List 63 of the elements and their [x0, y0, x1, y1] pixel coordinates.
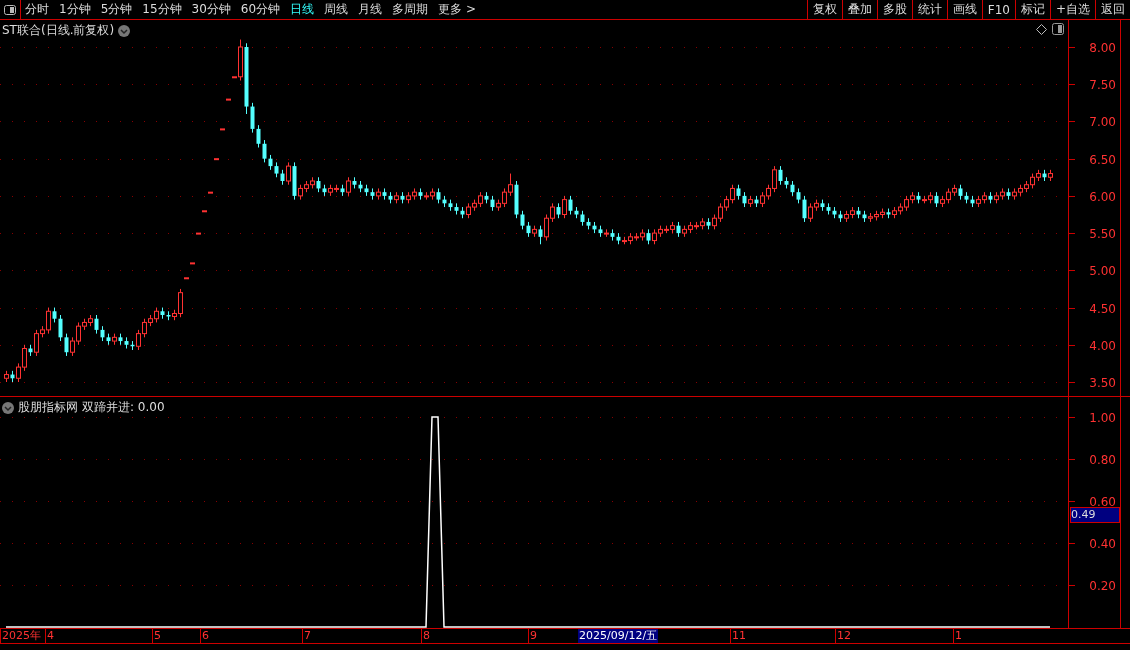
diamond-icon[interactable]	[1036, 24, 1047, 35]
candlestick	[196, 232, 201, 235]
period-tab[interactable]: 周线	[320, 0, 355, 19]
cursor-value: 0.49	[1070, 507, 1120, 523]
axis-label: 0.20	[1089, 578, 1116, 593]
axis-label: 4.00	[1089, 338, 1116, 353]
axis-label: 1	[953, 629, 962, 643]
candlestick	[208, 191, 213, 194]
period-tab[interactable]: 15分钟	[138, 0, 188, 19]
chevron-down-icon[interactable]	[118, 24, 131, 37]
panel-toggle-icon[interactable]	[1052, 23, 1064, 35]
period-tab[interactable]: 30分钟	[187, 0, 237, 19]
toolbar-button[interactable]: 标记	[1014, 0, 1050, 19]
panel-toggle-icon[interactable]	[4, 4, 16, 15]
axis-label: 12	[835, 629, 851, 643]
chevron-down-icon[interactable]	[2, 401, 14, 414]
indicator-source: 股朋指标网	[18, 399, 78, 416]
toolbar-button[interactable]: 叠加	[841, 0, 877, 19]
axis-label: 8.00	[1089, 40, 1116, 55]
candlestick	[202, 210, 207, 213]
candlestick	[226, 98, 231, 101]
period-tab[interactable]: 更多 >	[434, 0, 482, 19]
axis-label: 0.60	[1089, 494, 1116, 509]
toolbar-button[interactable]: 复权	[806, 0, 842, 19]
cursor-date: 2025/09/12/五	[578, 629, 659, 643]
axis-label: 4.50	[1089, 301, 1116, 316]
axis-label: 3.50	[1089, 375, 1116, 390]
period-tab[interactable]: 5分钟	[96, 0, 139, 19]
axis-label: 5.50	[1089, 226, 1116, 241]
axis-label: 1.00	[1089, 410, 1116, 425]
period-tab[interactable]: 月线	[354, 0, 389, 19]
axis-label: 0.40	[1089, 536, 1116, 551]
candlestick	[214, 158, 219, 161]
axis-label: 6.50	[1089, 152, 1116, 167]
axis-label: 6.00	[1089, 189, 1116, 204]
axis-label: 5.00	[1089, 263, 1116, 278]
period-tab[interactable]: 分时	[21, 0, 55, 19]
axis-label: 9	[528, 629, 537, 643]
toolbar-button[interactable]: F10	[981, 0, 1015, 19]
axis-label: 7.50	[1089, 77, 1116, 92]
toolbar-button[interactable]: 返回	[1095, 0, 1130, 19]
period-tab[interactable]: 1分钟	[55, 0, 97, 19]
axis-label: 2025年	[0, 629, 41, 643]
toolbar-button[interactable]: 多股	[876, 0, 912, 19]
candlestick	[220, 128, 225, 131]
axis-label: 11	[730, 629, 746, 643]
toolbar-button[interactable]: 画线	[946, 0, 982, 19]
toolbar-button[interactable]: 统计	[911, 0, 947, 19]
axis-label: 7.00	[1089, 114, 1116, 129]
axis-label: 5	[152, 629, 161, 643]
axis-label: 0.80	[1089, 452, 1116, 467]
axis-label: 7	[302, 629, 311, 643]
period-tab[interactable]: 60分钟	[236, 0, 287, 19]
period-tab[interactable]: 日线	[286, 0, 321, 19]
chart-title: ST联合(日线.前复权)	[2, 22, 115, 39]
axis-label: 6	[200, 629, 209, 643]
candlestick	[190, 262, 195, 265]
period-tab[interactable]: 多周期	[388, 0, 435, 19]
axis-label: 4	[45, 629, 54, 643]
axis-label: 8	[421, 629, 430, 643]
candlestick	[184, 277, 189, 280]
toolbar-button[interactable]: +自选	[1049, 0, 1095, 19]
indicator-reading: 双蹄并进: 0.00	[82, 399, 165, 416]
